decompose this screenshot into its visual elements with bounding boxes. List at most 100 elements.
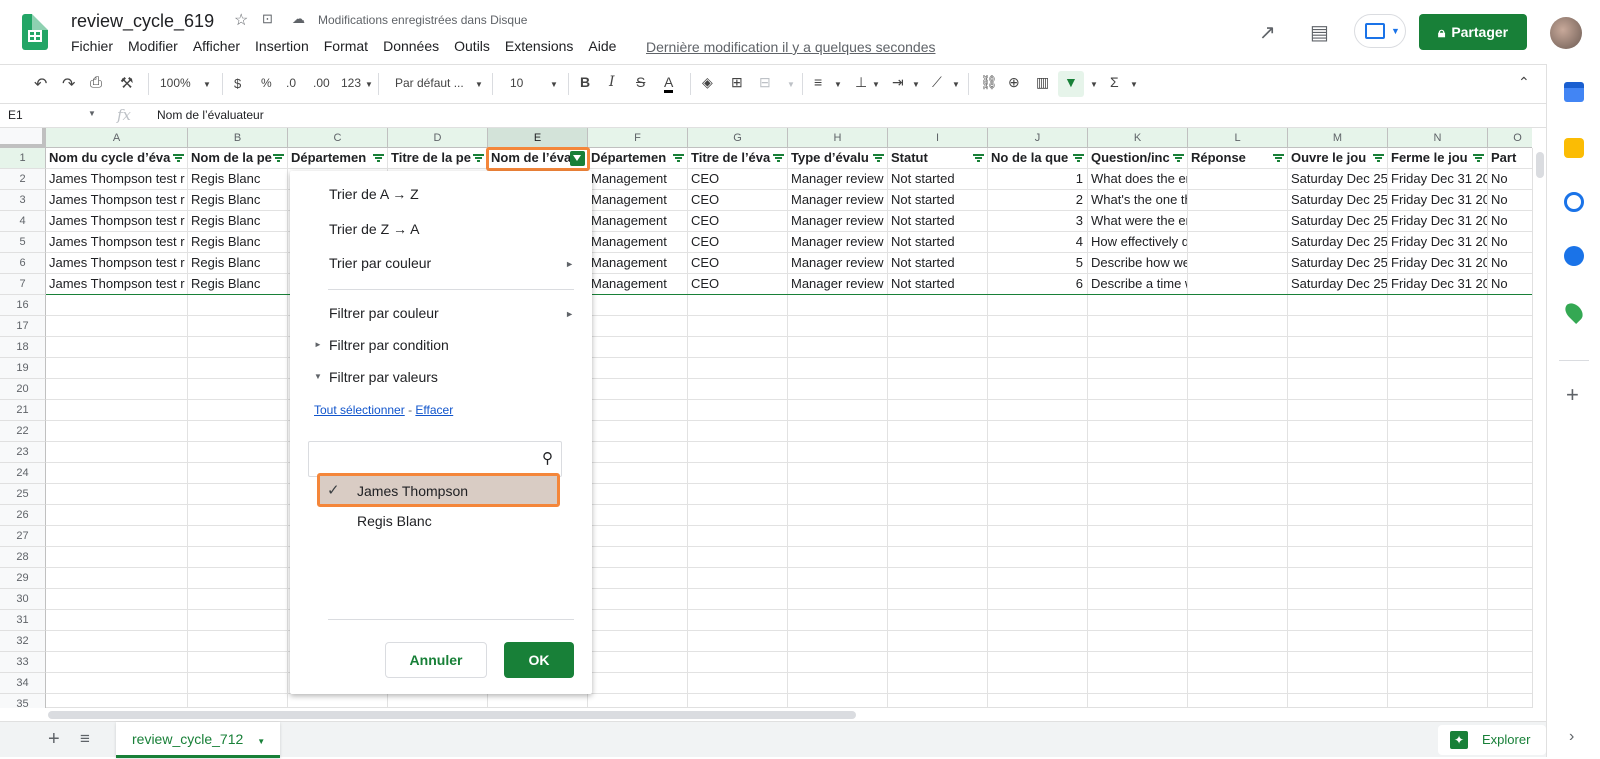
column-filter-icon[interactable] (373, 154, 384, 162)
table-cell[interactable]: Regis Blanc (188, 232, 288, 253)
filter-by-condition-option[interactable]: Filtrer par condition (329, 337, 449, 353)
table-cell[interactable]: CEO (688, 169, 788, 190)
column-header-j[interactable]: J (988, 128, 1088, 148)
select-all-corner[interactable] (0, 128, 46, 148)
table-cell[interactable] (588, 673, 688, 694)
table-cell[interactable] (1188, 316, 1288, 337)
table-cell[interactable] (1088, 484, 1188, 505)
table-cell[interactable] (588, 652, 688, 673)
vertical-scrollbar[interactable] (1532, 148, 1546, 708)
comments-icon[interactable]: ▤ (1310, 20, 1329, 45)
table-cell[interactable]: No (1488, 169, 1532, 190)
name-box-caret-icon[interactable]: ▼ (88, 109, 96, 118)
table-cell[interactable] (588, 358, 688, 379)
table-cell[interactable] (1188, 421, 1288, 442)
table-cell[interactable] (1188, 526, 1288, 547)
currency-button[interactable]: $ (234, 76, 241, 91)
table-cell[interactable] (1188, 589, 1288, 610)
table-cell[interactable] (46, 295, 188, 316)
column-filter-icon[interactable] (1273, 154, 1284, 162)
column-header-b[interactable]: B (188, 128, 288, 148)
table-cell[interactable] (1188, 568, 1288, 589)
table-cell[interactable]: What were the employee's goals a (1088, 211, 1188, 232)
row-header[interactable]: 6 (0, 253, 46, 274)
table-cell[interactable] (988, 673, 1088, 694)
header-cell[interactable]: Départemen (588, 148, 688, 169)
table-cell[interactable] (1388, 316, 1488, 337)
align-caret-icon[interactable]: ▼ (834, 80, 842, 89)
table-cell[interactable] (1288, 505, 1388, 526)
table-cell[interactable] (1288, 358, 1388, 379)
table-cell[interactable] (1288, 547, 1388, 568)
filter-icon[interactable]: ▼ (1064, 74, 1078, 90)
table-cell[interactable] (1188, 295, 1288, 316)
rotation-caret-icon[interactable]: ▼ (952, 80, 960, 89)
table-cell[interactable]: Not started (888, 211, 988, 232)
row-header[interactable]: 28 (0, 547, 46, 568)
table-cell[interactable] (1188, 505, 1288, 526)
row-header[interactable]: 35 (0, 694, 46, 708)
table-cell[interactable] (1288, 673, 1388, 694)
row-header[interactable]: 7 (0, 274, 46, 295)
font-family-select[interactable]: Par défaut ... (395, 76, 464, 90)
table-cell[interactable]: Manager review (788, 274, 888, 295)
table-cell[interactable] (688, 379, 788, 400)
table-cell[interactable]: CEO (688, 253, 788, 274)
table-cell[interactable] (1388, 442, 1488, 463)
add-sheet-icon[interactable]: + (48, 728, 60, 751)
table-cell[interactable] (988, 337, 1088, 358)
table-cell[interactable]: How effectively does the employe (1088, 232, 1188, 253)
table-cell[interactable] (1388, 463, 1488, 484)
table-cell[interactable] (1088, 568, 1188, 589)
tasks-icon[interactable] (1564, 192, 1584, 212)
table-cell[interactable]: Not started (888, 274, 988, 295)
activity-trend-icon[interactable]: ↗ (1259, 20, 1276, 45)
column-header-e[interactable]: E (488, 128, 588, 148)
table-cell[interactable] (1488, 463, 1532, 484)
ok-button[interactable]: OK (504, 642, 574, 678)
borders-icon[interactable]: ⊞ (731, 74, 743, 91)
table-cell[interactable] (1388, 358, 1488, 379)
document-title[interactable]: review_cycle_619 (71, 11, 214, 32)
table-cell[interactable] (1388, 547, 1488, 568)
table-cell[interactable] (588, 316, 688, 337)
table-cell[interactable] (588, 400, 688, 421)
table-cell[interactable] (588, 589, 688, 610)
menu-insertion[interactable]: Insertion (255, 38, 309, 54)
table-cell[interactable] (488, 694, 588, 708)
table-cell[interactable] (1488, 673, 1532, 694)
table-cell[interactable] (988, 526, 1088, 547)
table-cell[interactable]: Manager review (788, 190, 888, 211)
filter-by-color-option[interactable]: Filtrer par couleur (329, 305, 439, 321)
row-header[interactable]: 22 (0, 421, 46, 442)
table-cell[interactable] (1288, 631, 1388, 652)
move-folder-icon[interactable]: ⊡ (262, 11, 273, 27)
table-cell[interactable] (46, 463, 188, 484)
row-header[interactable]: 19 (0, 358, 46, 379)
search-icon[interactable]: ⚲ (542, 449, 553, 467)
table-cell[interactable] (1288, 589, 1388, 610)
table-cell[interactable]: 6 (988, 274, 1088, 295)
column-header-f[interactable]: F (588, 128, 688, 148)
table-cell[interactable] (188, 358, 288, 379)
row-header[interactable]: 16 (0, 295, 46, 316)
functions-caret-icon[interactable]: ▼ (1130, 80, 1138, 89)
row-header[interactable]: 3 (0, 190, 46, 211)
menu-aide[interactable]: Aide (588, 38, 616, 54)
table-cell[interactable] (688, 547, 788, 568)
row-header[interactable]: 25 (0, 484, 46, 505)
column-filter-icon[interactable] (773, 154, 784, 162)
table-cell[interactable] (46, 526, 188, 547)
table-cell[interactable] (888, 400, 988, 421)
table-cell[interactable] (688, 631, 788, 652)
table-cell[interactable]: James Thompson test r (46, 211, 188, 232)
table-cell[interactable] (588, 631, 688, 652)
italic-icon[interactable]: I (609, 74, 615, 90)
table-cell[interactable] (1388, 589, 1488, 610)
table-cell[interactable] (688, 337, 788, 358)
spreadsheet-grid[interactable]: A B C D E F G H I J K L M N O 1 Nom du cycle d’éva Nom de… (0, 128, 1532, 708)
cancel-button[interactable]: Annuler (385, 642, 487, 678)
table-cell[interactable]: 4 (988, 232, 1088, 253)
table-cell[interactable] (588, 379, 688, 400)
table-cell[interactable] (1488, 547, 1532, 568)
